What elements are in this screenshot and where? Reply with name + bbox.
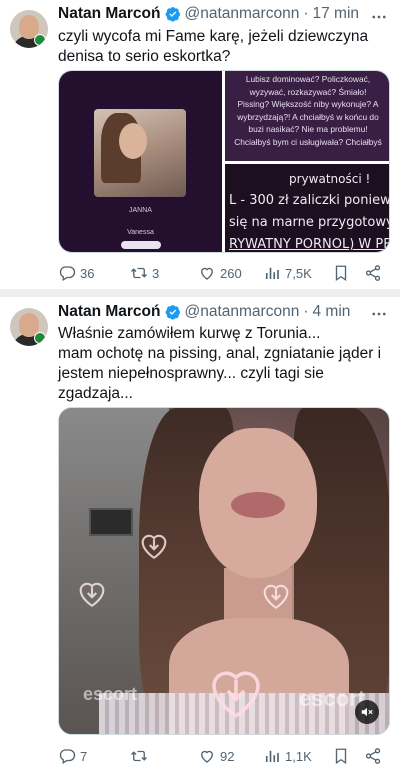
watermark-text: escort xyxy=(83,684,138,704)
image-text-line: prywatności ! xyxy=(289,172,371,186)
heart-overlay-icon xyxy=(141,534,167,560)
tweet-text-line: denisa to serio eskortka? xyxy=(58,48,231,65)
image-text-line: Lubisz dominować? Policzkować, xyxy=(245,74,371,84)
image-text-line: Chciałbyś bym ci usługiwała? Chciałbyś xyxy=(234,136,382,147)
media-grid[interactable]: JANNA Vanessa Lubisz dominować? Policzko… xyxy=(58,70,390,253)
like-count: 260 xyxy=(220,265,242,281)
image-text-line: buzi nasikać? Nie ma problemu! xyxy=(248,124,368,134)
tweet-text: Właśnie zamówiłem kurwę z Torunia... mam… xyxy=(58,324,390,404)
author-handle[interactable]: @natanmarconn xyxy=(185,303,300,321)
views-icon xyxy=(265,750,279,762)
tweet-text: czyli wycofa mi Fame karę, jeżeli dziewc… xyxy=(58,27,390,67)
timestamp[interactable]: 17 min xyxy=(313,5,360,23)
views-button[interactable]: 7,5K xyxy=(263,263,312,283)
like-button[interactable]: 92 xyxy=(198,746,234,766)
reply-count: 7 xyxy=(80,748,88,764)
media-video[interactable]: escort escort xyxy=(58,407,390,735)
like-icon xyxy=(201,750,213,763)
tweet-separator xyxy=(0,289,400,297)
media-image-text[interactable]: prywatności ! L - 300 zł zaliczki poniew… xyxy=(225,164,390,252)
more-options-icon[interactable] xyxy=(370,8,388,26)
image-text-line: wyzywać, rozkazywać? Śmiało! xyxy=(249,86,367,97)
reply-icon xyxy=(59,266,76,281)
author-name[interactable]: Natan Marcoń xyxy=(58,5,161,23)
views-button[interactable]: 1,1K xyxy=(263,746,312,766)
author-name[interactable]: Natan Marcoń xyxy=(58,303,161,321)
reply-count: 36 xyxy=(80,265,95,281)
share-button[interactable] xyxy=(364,746,382,766)
tweet[interactable]: Natan Marcoń @natanmarconn · 4 min Właśn… xyxy=(0,297,400,778)
media-image-text[interactable]: Lubisz dominować? Policzkować, wyzywać, … xyxy=(225,71,389,161)
retweet-icon xyxy=(131,267,147,279)
tweet-text-line: jestem niepełnosprawny... czyli tagi sie xyxy=(58,365,324,382)
profile-name: JANNA xyxy=(129,207,152,214)
image-text-line: się na marne przygotowy xyxy=(229,215,390,230)
profile-button xyxy=(121,241,161,249)
image-text-line: wybrzydzają?! A chciałbyś w końcu do xyxy=(237,111,379,122)
image-text-block: Lubisz dominować? Policzkować, wyzywać, … xyxy=(229,73,387,148)
more-options-icon[interactable] xyxy=(370,305,388,323)
photo-detail xyxy=(119,123,147,159)
tweet-text-line: Właśnie zamówiłem kurwę z Torunia... xyxy=(58,325,321,342)
media-image-profile[interactable]: JANNA Vanessa xyxy=(59,71,222,252)
heart-overlay-icon xyxy=(263,584,289,610)
bookmark-icon xyxy=(335,748,347,765)
tweet-header: Natan Marcoń @natanmarconn · 17 min xyxy=(58,4,359,24)
mute-button[interactable] xyxy=(355,700,379,724)
video-background-object xyxy=(89,508,133,536)
avatar[interactable] xyxy=(10,10,48,48)
tweet-text-line: mam ochotę na pissing, anal, zgniatanie … xyxy=(58,345,382,362)
tweet-text-line: czyli wycofa mi Fame karę, jeżeli dziewc… xyxy=(58,28,369,45)
bookmark-icon xyxy=(335,265,347,282)
profile-caption: Vanessa xyxy=(127,229,154,236)
reply-button[interactable]: 7 xyxy=(58,746,87,766)
image-text-line: RYWATNY PORNOL) W PF xyxy=(229,237,390,252)
tweet-header: Natan Marcoń @natanmarconn · 4 min xyxy=(58,302,350,322)
share-button[interactable] xyxy=(364,263,382,283)
views-count: 1,1K xyxy=(285,748,312,764)
author-handle[interactable]: @natanmarconn xyxy=(185,5,300,23)
separator-dot: · xyxy=(303,303,309,320)
like-icon xyxy=(201,267,213,280)
image-text-line: L - 300 zł zaliczki poniewa xyxy=(229,193,390,208)
share-icon xyxy=(365,265,381,281)
image-text-line: Pissing? Większość niby wykonuje? A xyxy=(237,99,379,109)
retweet-button[interactable] xyxy=(130,746,152,766)
tweet-text-line: zgadzaja... xyxy=(58,385,133,402)
separator-dot: · xyxy=(303,5,309,22)
tweet-actions: 36 3 260 7,5K xyxy=(58,263,390,283)
retweet-button[interactable]: 3 xyxy=(130,263,159,283)
tweet-actions: 7 92 1,1K xyxy=(58,746,390,766)
heart-overlay-icon xyxy=(212,671,260,718)
views-count: 7,5K xyxy=(285,265,312,281)
share-icon xyxy=(365,748,381,764)
timestamp[interactable]: 4 min xyxy=(313,303,351,321)
verified-badge-icon xyxy=(165,7,180,22)
retweet-icon xyxy=(131,750,147,762)
mute-icon xyxy=(361,707,373,717)
reply-icon xyxy=(59,749,76,764)
heart-overlay-icon xyxy=(79,582,105,608)
image-text-block: prywatności ! L - 300 zł zaliczki poniew… xyxy=(225,168,390,252)
retweet-count: 3 xyxy=(152,265,160,281)
avatar[interactable] xyxy=(10,308,48,346)
video-detail xyxy=(231,492,285,518)
like-count: 92 xyxy=(220,748,235,764)
like-button[interactable]: 260 xyxy=(198,263,242,283)
bookmark-button[interactable] xyxy=(332,746,350,766)
verified-badge-icon xyxy=(165,305,180,320)
tweet[interactable]: Natan Marcoń @natanmarconn · 17 min czyl… xyxy=(0,0,400,289)
views-icon xyxy=(265,267,279,279)
reply-button[interactable]: 36 xyxy=(58,263,94,283)
bookmark-button[interactable] xyxy=(332,263,350,283)
